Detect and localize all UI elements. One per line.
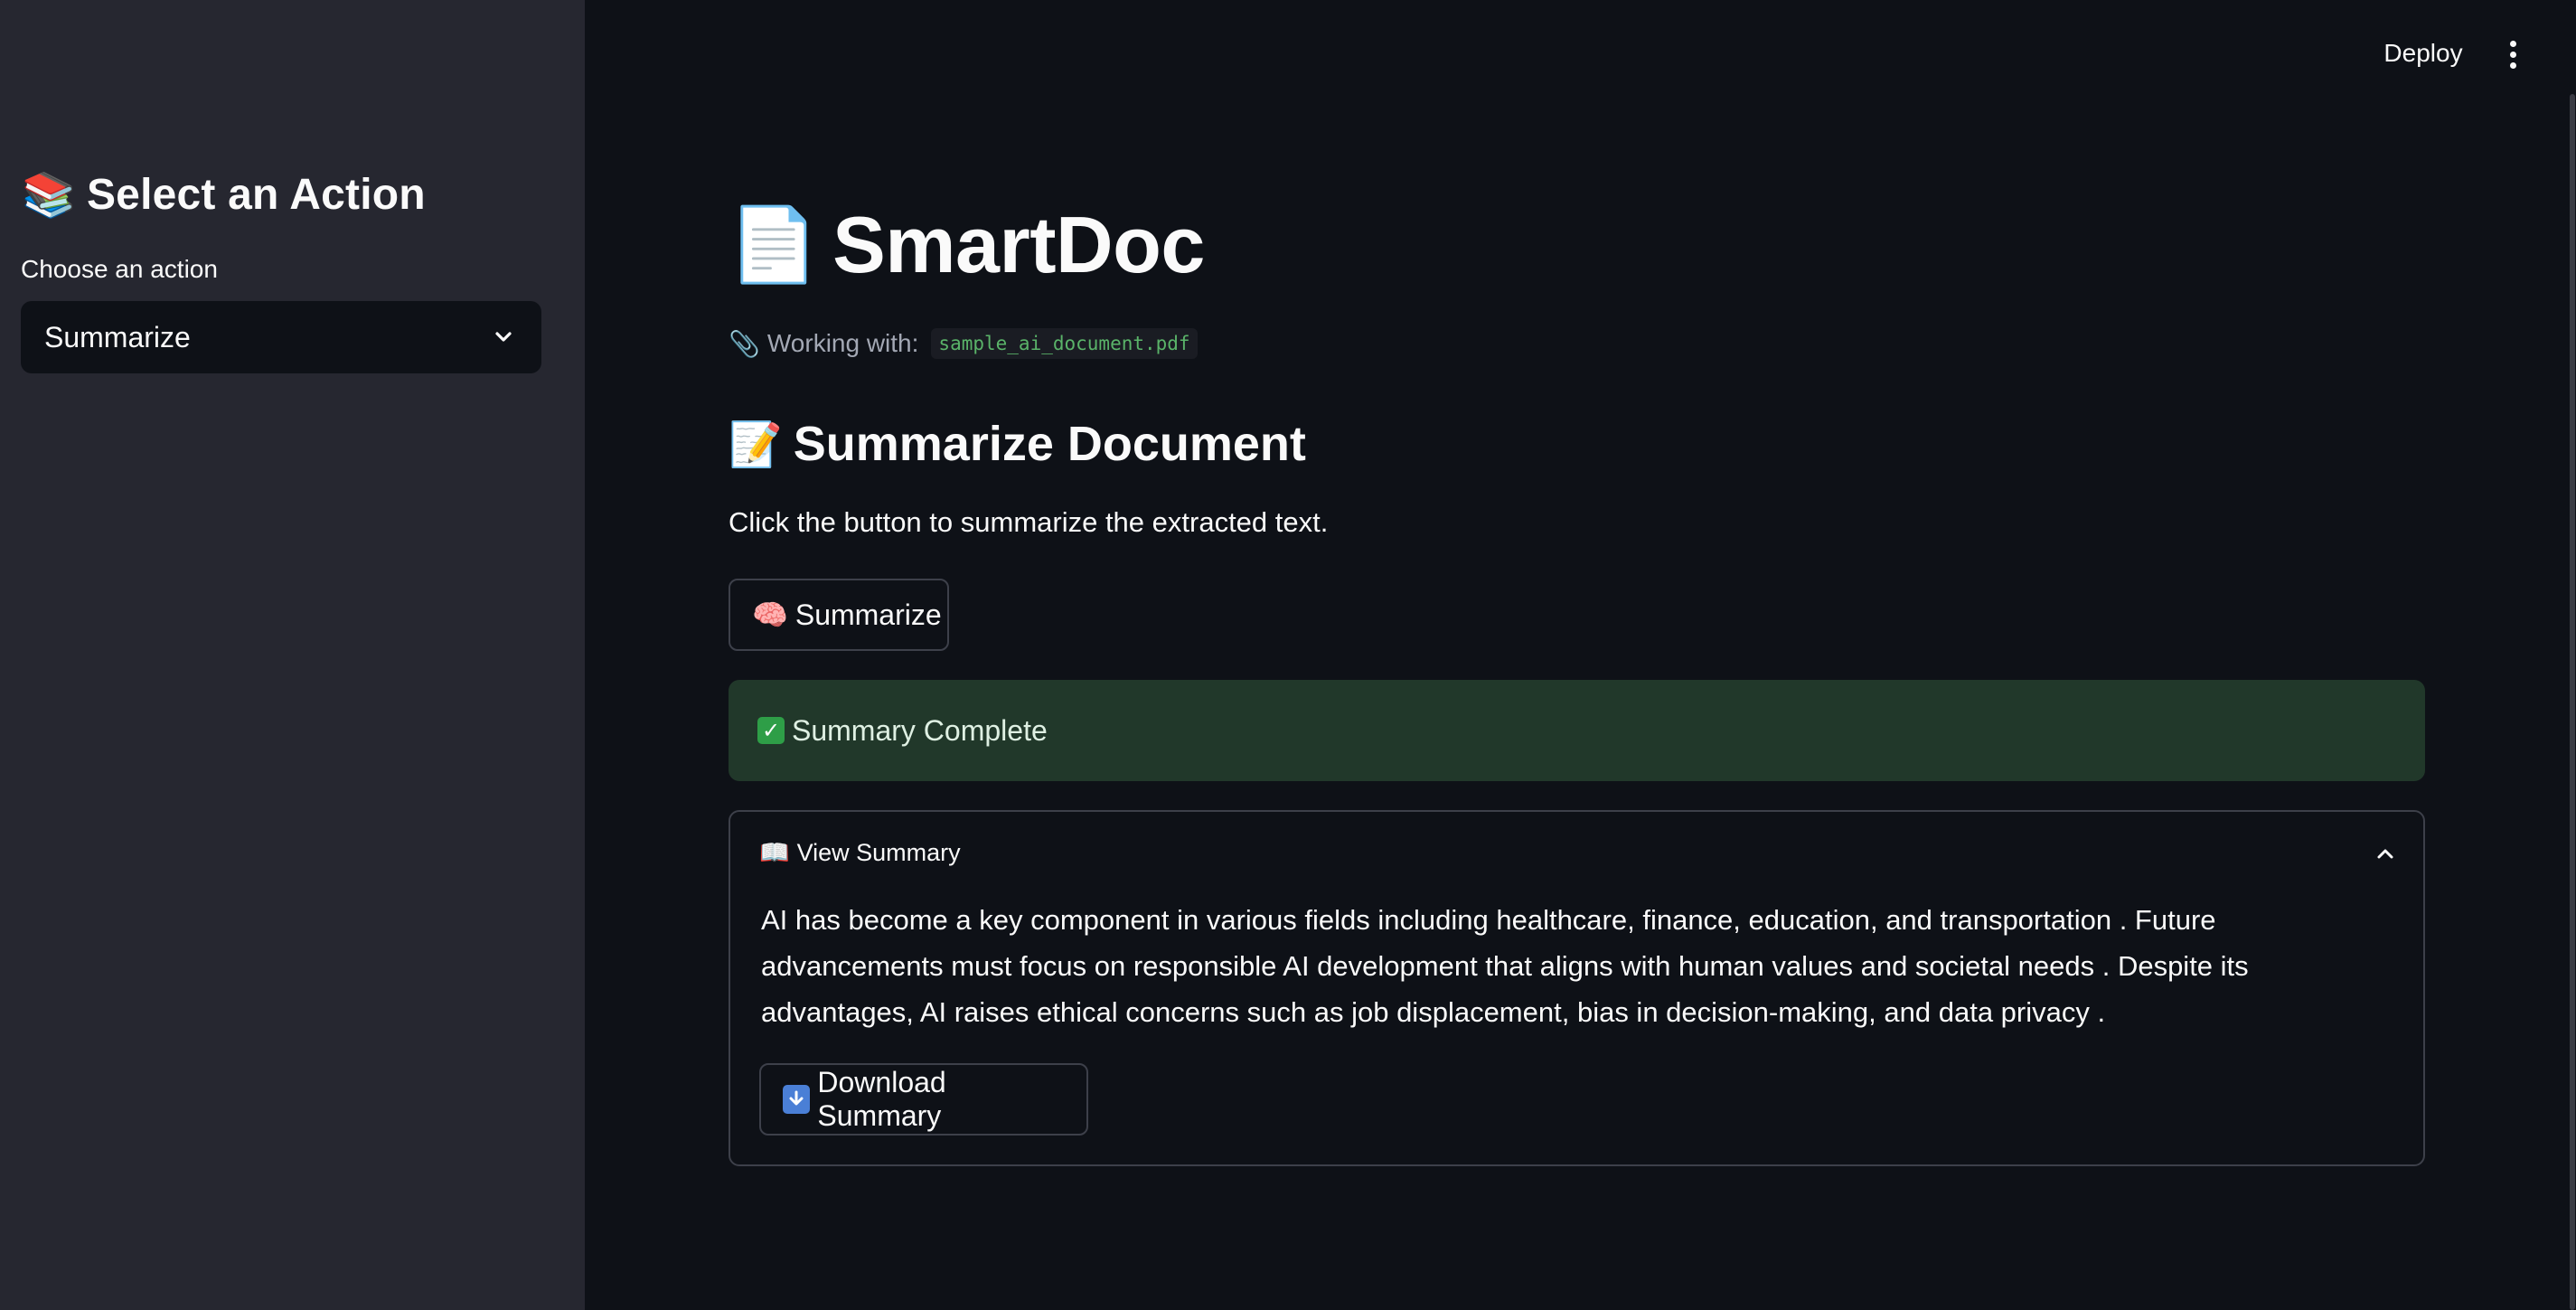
books-icon: 📚 (22, 169, 76, 221)
download-summary-button[interactable]: Download Summary (759, 1063, 1088, 1136)
page-title: 📄 SmartDoc (729, 195, 1205, 295)
expander-label: View Summary (796, 838, 961, 866)
kebab-dot (2509, 51, 2516, 58)
kebab-dot (2509, 61, 2516, 69)
action-select[interactable]: Summarize (21, 301, 541, 373)
chevron-down-icon (495, 332, 512, 342)
success-text: Summary Complete (792, 713, 1048, 747)
expander-header[interactable]: 📖 View Summary (759, 832, 2396, 873)
scrollbar[interactable] (2570, 94, 2575, 1310)
paperclip-icon: 📎 (729, 328, 760, 359)
check-mark-icon: ✓ (757, 717, 785, 744)
kebab-menu-icon[interactable] (2495, 34, 2531, 74)
summary-text: AI has become a key component in various… (761, 904, 2249, 1028)
summary-expander: 📖 View Summary AI has become a key compo… (729, 810, 2425, 1166)
file-name: sample_ai_document.pdf (931, 328, 1198, 359)
summarize-button[interactable]: 🧠 Summarize (729, 579, 949, 651)
sidebar-title-text: Select an Action (86, 170, 426, 219)
brain-icon: 🧠 (752, 598, 788, 632)
sidebar-title: 📚 Select an Action (22, 163, 426, 226)
summarize-button-label: Summarize (794, 598, 942, 631)
download-arrow-icon (783, 1085, 811, 1114)
action-select-value: Summarize (44, 320, 191, 353)
open-book-icon: 📖 (759, 839, 790, 867)
working-with-caption: 📎 Working with: sample_ai_document.pdf (729, 324, 1198, 363)
section-title: 📝 Summarize Document (729, 412, 1306, 476)
sidebar: 📚 Select an Action Choose an action Summ… (0, 0, 585, 1310)
section-title-text: Summarize Document (793, 417, 1306, 471)
deploy-button[interactable]: Deploy (2368, 33, 2478, 74)
chevron-up-icon (2377, 849, 2393, 859)
select-label: Choose an action (21, 255, 218, 283)
page-title-text: SmartDoc (832, 200, 1205, 289)
memo-icon: 📝 (729, 419, 783, 470)
kebab-dot (2509, 40, 2516, 47)
download-button-label: Download Summary (817, 1066, 946, 1132)
success-alert: ✓ Summary Complete (729, 680, 2425, 781)
instruction-text: Click the button to summarize the extrac… (729, 506, 1329, 538)
working-with-label: Working with: (766, 329, 919, 357)
document-icon: 📄 (729, 203, 819, 287)
